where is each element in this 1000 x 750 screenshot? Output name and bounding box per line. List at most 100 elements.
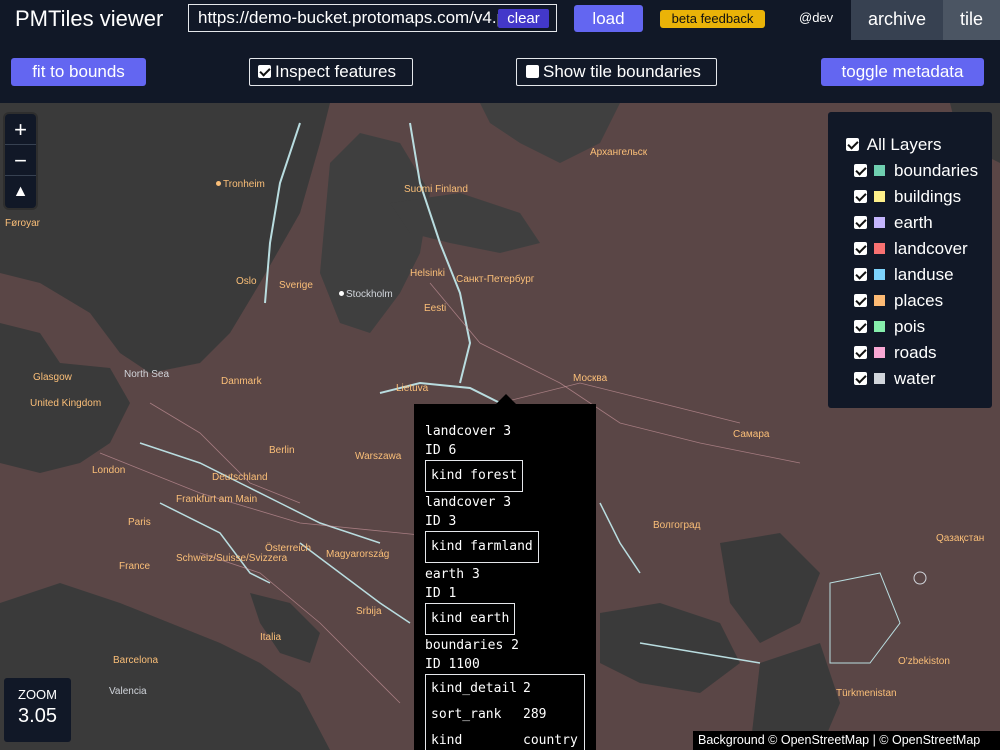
layer-row-boundaries[interactable]: boundaries xyxy=(854,161,978,181)
layer-swatch xyxy=(874,217,885,228)
url-field-container: clear xyxy=(188,4,557,32)
header: PMTiles viewer clear load beta feedback … xyxy=(0,0,1000,103)
layer-label: landuse xyxy=(894,265,954,284)
inspect-features-checkbox[interactable] xyxy=(258,65,271,78)
place-label: Frankfurt am Main xyxy=(176,494,258,505)
layer-checkbox[interactable] xyxy=(854,216,867,229)
place-label: Lietuva xyxy=(396,383,429,394)
layer-swatch xyxy=(874,165,885,176)
dev-link[interactable]: @dev xyxy=(799,10,833,25)
layers-panel: All Layers boundaries buildings earth la… xyxy=(828,112,992,408)
layer-checkbox[interactable] xyxy=(854,164,867,177)
map-zoom-controls: + − ▲ xyxy=(5,114,36,208)
place-label: Oslo xyxy=(236,276,257,287)
layer-row-roads[interactable]: roads xyxy=(854,343,937,363)
layer-label: buildings xyxy=(894,187,962,206)
url-input[interactable] xyxy=(189,5,498,31)
tile-boundaries-label: Show tile boundaries xyxy=(543,62,701,81)
app-title: PMTiles viewer xyxy=(15,6,164,31)
place-label: Stockholm xyxy=(339,289,393,300)
place-label: Deutschland xyxy=(212,472,268,483)
layer-checkbox[interactable] xyxy=(854,320,867,333)
fit-to-bounds-button[interactable]: fit to bounds xyxy=(11,58,146,86)
layer-row-water[interactable]: water xyxy=(854,369,936,389)
place-label: Österreich xyxy=(265,543,312,554)
map-attribution[interactable]: Background © OpenStreetMap | © OpenStree… xyxy=(693,731,1000,750)
layer-row-pois[interactable]: pois xyxy=(854,317,925,337)
feature-id: ID 1100 xyxy=(425,657,480,672)
layer-row-earth[interactable]: earth xyxy=(854,213,933,233)
place-label: France xyxy=(119,561,151,572)
place-label: Warszawa xyxy=(355,451,402,462)
zoom-out-button[interactable]: − xyxy=(5,145,36,176)
place-label: Glasgow xyxy=(33,372,72,383)
layer-label: earth xyxy=(894,213,933,232)
load-button[interactable]: load xyxy=(574,5,643,32)
layer-checkbox[interactable] xyxy=(854,294,867,307)
layer-row-places[interactable]: places xyxy=(854,291,943,311)
place-label: Italia xyxy=(260,632,282,643)
place-label: Tronheim xyxy=(216,179,265,190)
feature-id: ID 3 xyxy=(425,514,457,529)
feature-props: kind earth xyxy=(425,603,516,635)
layer-checkbox[interactable] xyxy=(854,268,867,281)
place-label: Москва xyxy=(573,373,608,384)
layer-row-buildings[interactable]: buildings xyxy=(854,187,961,207)
layer-label: landcover xyxy=(894,239,968,258)
layer-all-checkbox[interactable] xyxy=(846,138,859,151)
feature-title: landcover 3 xyxy=(425,424,512,439)
feature-popup: landcover 3 ID 6 kind forest landcover 3… xyxy=(414,404,596,750)
layer-checkbox[interactable] xyxy=(854,372,867,385)
place-label: Самара xyxy=(733,429,770,440)
layer-label: places xyxy=(894,291,944,310)
layer-swatch xyxy=(874,321,885,332)
popup-arrow xyxy=(496,394,516,404)
place-label: Barcelona xyxy=(113,655,159,666)
place-label: Helsinki xyxy=(410,268,446,279)
layer-row-landcover[interactable]: landcover xyxy=(854,239,968,259)
beta-feedback-link[interactable]: beta feedback xyxy=(660,10,765,28)
layer-all-row[interactable]: All Layers xyxy=(846,135,941,155)
place-label: Valencia xyxy=(109,686,147,697)
tile-boundaries-toggle[interactable]: Show tile boundaries xyxy=(516,58,717,86)
feature-id: ID 6 xyxy=(425,443,457,458)
place-label: Føroyar xyxy=(5,218,40,229)
zoom-in-button[interactable]: + xyxy=(5,114,36,145)
place-label: Qазақстан xyxy=(936,533,985,544)
feature-props: kind forest xyxy=(425,460,524,492)
place-label: Paris xyxy=(128,517,151,528)
layer-checkbox[interactable] xyxy=(854,346,867,359)
toggle-metadata-button[interactable]: toggle metadata xyxy=(821,58,984,86)
layer-swatch xyxy=(874,269,885,280)
place-label: O'zbekiston xyxy=(898,656,950,667)
place-label: Sverige xyxy=(279,280,313,291)
tile-boundaries-checkbox[interactable] xyxy=(526,65,539,78)
feature-title: landcover 3 xyxy=(425,495,512,510)
place-label: United Kingdom xyxy=(30,398,102,409)
layer-checkbox[interactable] xyxy=(854,242,867,255)
place-label: Eesti xyxy=(424,303,447,314)
inspect-features-toggle[interactable]: Inspect features xyxy=(249,58,413,86)
inspect-features-label: Inspect features xyxy=(275,62,396,81)
layer-label: water xyxy=(894,369,936,388)
layer-label: boundaries xyxy=(894,161,979,180)
clear-button[interactable]: clear xyxy=(498,9,549,28)
place-label: Санкт-Петербург xyxy=(456,274,535,285)
zoom-value: 3.05 xyxy=(18,705,57,727)
compass-button[interactable]: ▲ xyxy=(5,176,36,207)
layer-checkbox[interactable] xyxy=(854,190,867,203)
feature-title: earth 3 xyxy=(425,567,480,582)
feature-props: kind_detail 2 sort_rank 289 kind country xyxy=(425,674,585,750)
place-label: Волгоград xyxy=(653,520,701,531)
layer-row-landuse[interactable]: landuse xyxy=(854,265,954,285)
tab-archive[interactable]: archive xyxy=(851,0,943,40)
layer-swatch xyxy=(874,295,885,306)
zoom-level-display: ZOOM 3.05 xyxy=(4,678,71,742)
layer-label: roads xyxy=(894,343,937,362)
place-label: Magyarország xyxy=(326,549,390,560)
layer-swatch xyxy=(874,347,885,358)
zoom-label: ZOOM xyxy=(18,687,57,702)
place-label: Архангельск xyxy=(590,147,648,158)
place-label: North Sea xyxy=(124,369,170,380)
tab-tile[interactable]: tile xyxy=(943,0,1000,40)
